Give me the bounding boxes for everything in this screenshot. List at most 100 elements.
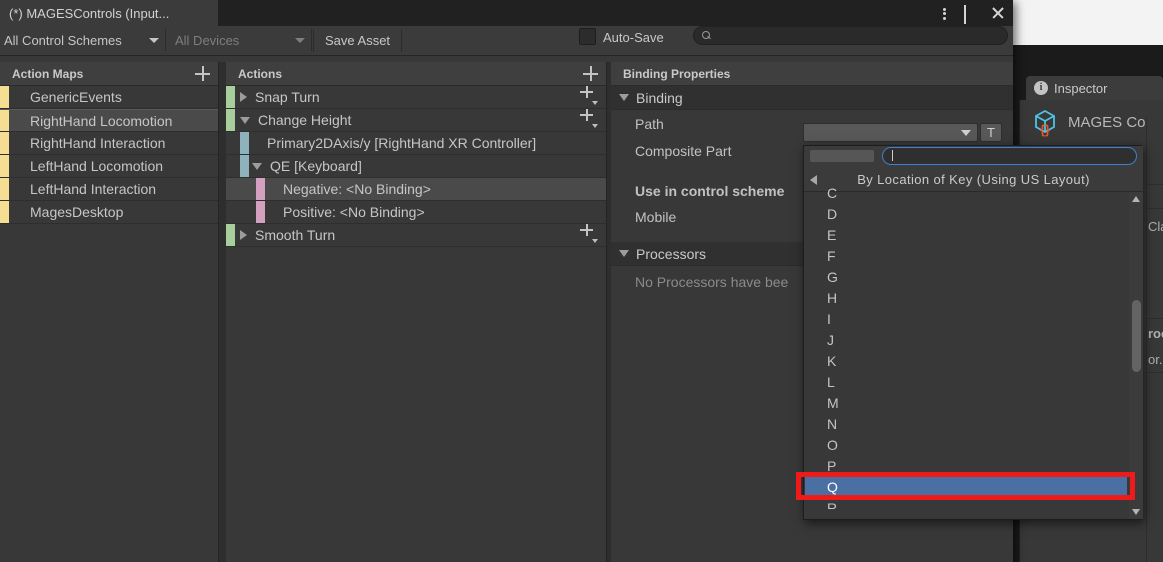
binding-section-label: Binding bbox=[636, 89, 683, 106]
save-asset-button[interactable]: Save Asset bbox=[313, 29, 403, 52]
popup-list-item[interactable]: N bbox=[805, 413, 1127, 434]
binding-section-header[interactable]: Binding bbox=[611, 86, 1013, 110]
action-map-label: MagesDesktop bbox=[30, 204, 124, 220]
sidebar-item-genericevents[interactable]: GenericEvents bbox=[0, 86, 218, 109]
binding-label: Primary2DAxis/y [RightHand XR Controller… bbox=[267, 135, 537, 151]
add-binding-icon[interactable] bbox=[580, 109, 598, 128]
popup-list-item-label: G bbox=[827, 268, 838, 285]
path-picker-popup: By Location of Key (Using US Layout) CDE… bbox=[803, 145, 1143, 520]
chevron-down-icon[interactable] bbox=[252, 162, 262, 170]
binding-properties-title: Binding Properties bbox=[623, 66, 731, 81]
tab-inspector[interactable]: i Inspector bbox=[1026, 76, 1163, 100]
action-map-color-strip bbox=[0, 132, 9, 154]
composite-color-strip bbox=[256, 201, 265, 223]
popup-list-item-label: D bbox=[827, 205, 838, 222]
path-text-toggle-button[interactable]: T bbox=[980, 123, 1002, 142]
save-asset-label: Save Asset bbox=[325, 33, 391, 48]
popup-list-item[interactable]: D bbox=[805, 203, 1127, 224]
actions-tree-row[interactable]: Change Height bbox=[226, 109, 606, 132]
info-icon: i bbox=[1034, 81, 1048, 95]
popup-list-item-label: M bbox=[827, 394, 839, 411]
inspector-fragment-processors: roc bbox=[1148, 326, 1163, 341]
popup-list-item[interactable]: G bbox=[805, 266, 1127, 287]
devices-label: All Devices bbox=[175, 32, 240, 48]
add-binding-icon[interactable] bbox=[580, 86, 598, 105]
processors-section-label: Processors bbox=[636, 245, 707, 262]
actions-tree-row[interactable]: Snap Turn bbox=[226, 86, 606, 109]
popup-list-item[interactable]: E bbox=[805, 224, 1127, 245]
scroll-down-arrow-icon[interactable] bbox=[1132, 509, 1140, 515]
auto-save-label: Auto-Save bbox=[603, 30, 664, 45]
sidebar-item-lefthand-locomotion[interactable]: LeftHand Locomotion bbox=[0, 155, 218, 178]
inspector-tab-label: Inspector bbox=[1054, 80, 1108, 96]
maximize-icon[interactable] bbox=[964, 5, 978, 24]
popup-list-item[interactable]: R bbox=[805, 497, 1127, 510]
binding-label: QE [Keyboard] bbox=[270, 158, 362, 174]
actions-header: Actions bbox=[226, 62, 606, 86]
actions-panel: Actions Snap Turn Change Height Primary2DA… bbox=[226, 62, 607, 562]
toolbar-search-field[interactable] bbox=[693, 26, 1008, 45]
popup-list-item-label: H bbox=[827, 289, 838, 306]
action-label: Smooth Turn bbox=[255, 227, 336, 243]
sidebar-item-righthand-locomotion[interactable]: RightHand Locomotion bbox=[0, 109, 218, 132]
popup-list-item[interactable]: I bbox=[805, 308, 1127, 329]
chevron-right-icon[interactable] bbox=[240, 230, 247, 240]
add-binding-icon[interactable] bbox=[580, 224, 598, 243]
inspector-fragment-class: Cla bbox=[1148, 219, 1163, 234]
devices-dropdown[interactable]: All Devices bbox=[167, 29, 312, 51]
actions-tree-row[interactable]: Smooth Turn bbox=[226, 224, 606, 247]
kebab-menu-icon[interactable] bbox=[937, 6, 951, 20]
popup-list-item[interactable]: L bbox=[805, 371, 1127, 392]
tab-mages-controls[interactable]: (*) MAGESControls (Input... bbox=[0, 0, 218, 26]
popup-list-item[interactable]: H bbox=[805, 287, 1127, 308]
input-actions-asset-icon: {} bbox=[1030, 107, 1060, 137]
popup-list-item[interactable]: C bbox=[805, 182, 1127, 203]
actions-tree: Snap Turn Change Height Primary2DAxis/y [R… bbox=[226, 86, 606, 247]
chevron-right-icon[interactable] bbox=[240, 92, 247, 102]
path-label: Path bbox=[635, 116, 664, 132]
actions-tree-row[interactable]: QE [Keyboard] bbox=[226, 155, 606, 178]
add-action-map-icon[interactable] bbox=[195, 66, 210, 81]
popup-list-item-label: P bbox=[827, 457, 837, 474]
popup-list-item[interactable]: J bbox=[805, 329, 1127, 350]
control-schemes-dropdown[interactable]: All Control Schemes bbox=[0, 29, 166, 51]
popup-list-item[interactable]: O bbox=[805, 434, 1127, 455]
popup-list-item[interactable]: F bbox=[805, 245, 1127, 266]
popup-scrollbar-thumb[interactable] bbox=[1131, 300, 1141, 372]
popup-list-item[interactable]: Q bbox=[805, 476, 1127, 497]
action-map-color-strip bbox=[0, 155, 9, 177]
popup-list-item-label: Q bbox=[827, 478, 838, 495]
action-color-strip bbox=[226, 109, 235, 131]
popup-list-item[interactable]: P bbox=[805, 455, 1127, 476]
chevron-down-icon[interactable] bbox=[240, 116, 250, 124]
action-map-color-strip bbox=[0, 178, 9, 200]
actions-tree-row[interactable]: Negative: <No Binding> bbox=[226, 178, 606, 201]
action-maps-list: GenericEvents RightHand Locomotion RightHa… bbox=[0, 86, 218, 224]
action-map-label: RightHand Locomotion bbox=[30, 112, 173, 129]
popup-list-item[interactable]: M bbox=[805, 392, 1127, 413]
scroll-up-arrow-icon[interactable] bbox=[1132, 196, 1140, 202]
popup-search-input[interactable] bbox=[882, 147, 1137, 165]
search-icon bbox=[702, 31, 711, 40]
action-maps-panel: Action Maps GenericEvents RightHand Locom… bbox=[0, 62, 219, 562]
add-action-icon[interactable] bbox=[583, 66, 598, 81]
path-dropdown[interactable] bbox=[803, 123, 978, 142]
text-cursor bbox=[892, 150, 893, 161]
action-map-label: GenericEvents bbox=[30, 89, 122, 105]
sidebar-item-righthand-interaction[interactable]: RightHand Interaction bbox=[0, 132, 218, 155]
popup-list-item-label: F bbox=[827, 247, 836, 264]
actions-tree-row[interactable]: Positive: <No Binding> bbox=[226, 201, 606, 224]
actions-tree-row[interactable]: Primary2DAxis/y [RightHand XR Controller… bbox=[226, 132, 606, 155]
action-map-color-strip bbox=[0, 201, 9, 223]
auto-save-checkbox[interactable] bbox=[579, 28, 596, 45]
sidebar-item-lefthand-interaction[interactable]: LeftHand Interaction bbox=[0, 178, 218, 201]
inspector-object-name: MAGES Co bbox=[1068, 113, 1146, 131]
popup-listen-button[interactable] bbox=[810, 150, 874, 162]
popup-list-item[interactable]: K bbox=[805, 350, 1127, 371]
mobile-label: Mobile bbox=[635, 209, 677, 225]
sidebar-item-magesdesktop[interactable]: MagesDesktop bbox=[0, 201, 218, 224]
composite-label: Positive: <No Binding> bbox=[283, 204, 425, 220]
close-icon[interactable] bbox=[991, 6, 1005, 20]
action-map-color-strip bbox=[0, 86, 9, 108]
popup-scrollbar[interactable] bbox=[1129, 192, 1143, 519]
